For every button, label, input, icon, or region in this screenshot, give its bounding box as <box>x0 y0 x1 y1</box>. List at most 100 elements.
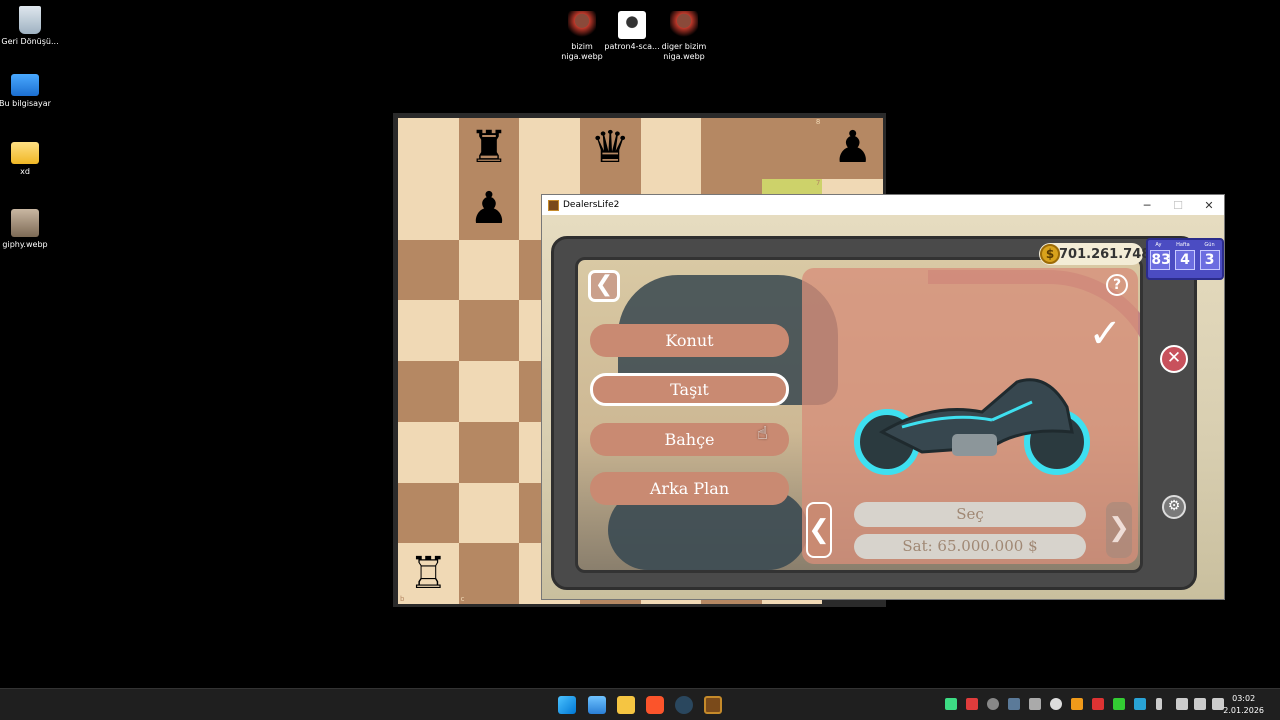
date-label-month: Ay <box>1155 242 1162 248</box>
tray-app-icon[interactable] <box>966 698 978 710</box>
tray-app-icon[interactable] <box>1113 698 1125 710</box>
square-c7[interactable]: ♟ <box>458 178 520 240</box>
desktop-icon-this-pc[interactable]: Bu bilgisayar <box>0 74 55 109</box>
desktop-icon-label: Bu bilgisayar <box>0 99 51 108</box>
desktop-icon-diger-bizim-niga[interactable]: diger bizim niga.webp <box>654 11 714 62</box>
minimize-button[interactable]: ─ <box>1132 195 1162 215</box>
confirm-check-icon[interactable]: ✓ <box>1088 314 1122 354</box>
square-a7[interactable]: ♟ <box>822 118 883 179</box>
square-c4[interactable] <box>458 361 520 422</box>
menu-button-tasit[interactable]: Taşıt <box>590 373 789 406</box>
square-b8[interactable]: ♜ <box>458 118 520 179</box>
desktop-icon-label: giphy.webp <box>2 240 48 249</box>
taskbar: 03:02 2.01.2026 <box>0 688 1280 720</box>
window-close-button[interactable]: ✕ <box>1194 195 1224 215</box>
square-e8[interactable] <box>640 118 702 179</box>
square-b2[interactable] <box>398 482 459 544</box>
square-c5[interactable] <box>458 300 520 361</box>
network-icon[interactable] <box>1176 698 1188 710</box>
black-queen-piece[interactable]: ♛ <box>590 126 629 170</box>
desktop-icon-label: diger bizim niga.webp <box>661 42 707 61</box>
desktop: Geri Dönüşü... Bu bilgisayar xd giphy.we… <box>0 0 1280 688</box>
taskbar-clock[interactable]: 03:02 2.01.2026 <box>1223 693 1264 717</box>
black-pawn-piece[interactable]: ♟ <box>833 126 872 170</box>
clock-date: 2.01.2026 <box>1223 706 1264 715</box>
square-b3[interactable] <box>398 421 459 483</box>
app-logo-icon <box>548 199 559 211</box>
square-a8[interactable] <box>398 118 459 179</box>
close-shop-button[interactable]: ✕ <box>1160 345 1188 373</box>
date-display: Ay Hafta Gün 83 4 3 <box>1146 238 1224 280</box>
brave-browser-icon[interactable] <box>646 696 664 714</box>
menu-button-arka-plan[interactable]: Arka Plan <box>590 472 789 505</box>
tray-app-icon[interactable] <box>1029 698 1041 710</box>
tray-app-icon[interactable] <box>1071 698 1083 710</box>
back-button[interactable]: ❮ <box>588 270 620 302</box>
sell-button[interactable]: Sat: 65.000.000 $ <box>854 534 1086 559</box>
microphone-icon[interactable] <box>1156 698 1162 710</box>
square-c8[interactable] <box>519 118 580 179</box>
file-coord: b <box>400 595 405 603</box>
folder-icon <box>11 142 39 164</box>
square-c1[interactable]: c <box>458 543 520 604</box>
desktop-icon-recycle-bin[interactable]: Geri Dönüşü... <box>0 6 60 47</box>
tray-app-icon[interactable] <box>1050 698 1062 710</box>
image-file-icon <box>670 11 698 39</box>
square-b1[interactable]: ♖ b <box>398 543 459 604</box>
file-explorer-icon[interactable] <box>617 696 635 714</box>
square-c6[interactable] <box>458 239 520 301</box>
rank-coord: 7 <box>815 178 821 187</box>
desktop-icon-label: xd <box>20 167 30 176</box>
square-b5[interactable] <box>398 300 459 361</box>
next-vehicle-button[interactable]: ❯ <box>1106 502 1132 558</box>
square-f8[interactable] <box>701 118 762 179</box>
menu-button-konut[interactable]: Konut <box>590 324 789 357</box>
square-h8[interactable]: 8 <box>761 118 823 179</box>
date-label-day: Gün <box>1204 242 1215 248</box>
shop-panel: ❮ Konut Taşıt Bahçe Arka Plan ? ✓ ❮ Seç … <box>551 236 1197 590</box>
image-file-icon <box>568 11 596 39</box>
desktop-icon-giphy[interactable]: giphy.webp <box>0 209 55 250</box>
date-value-week: 4 <box>1174 250 1195 270</box>
game-scene[interactable]: ❮ Konut Taşıt Bahçe Arka Plan ? ✓ ❮ Seç … <box>542 215 1224 599</box>
square-c2[interactable] <box>458 482 520 544</box>
tray-steam-icon[interactable] <box>1008 698 1020 710</box>
square-b4[interactable] <box>398 361 459 422</box>
dealerslife2-window[interactable]: DealersLife2 ─ ☐ ✕ ❮ Konut Taşıt Bahçe A… <box>541 194 1225 600</box>
black-pawn-piece[interactable]: ♟ <box>469 187 508 231</box>
money-amount: 701.261.748 <box>1059 246 1151 262</box>
tray-app-icon[interactable] <box>987 698 999 710</box>
desktop-icon-patron4[interactable]: patron4-sca... <box>602 11 662 52</box>
window-titlebar[interactable]: DealersLife2 ─ ☐ ✕ <box>542 195 1224 215</box>
settings-gear-icon[interactable]: ⚙ <box>1162 495 1186 519</box>
coin-icon: $ <box>1040 244 1060 264</box>
money-display: $ 701.261.748 <box>1039 243 1150 265</box>
tray-app-icon[interactable] <box>945 698 957 710</box>
battery-icon[interactable] <box>1212 698 1224 710</box>
window-title: DealersLife2 <box>563 200 620 210</box>
previous-vehicle-button[interactable]: ❮ <box>806 502 832 558</box>
square-b7[interactable] <box>398 178 459 240</box>
volume-icon[interactable] <box>1194 698 1206 710</box>
square-b6[interactable] <box>398 239 459 301</box>
date-value-day: 3 <box>1199 250 1220 270</box>
tray-app-icon[interactable] <box>1134 698 1146 710</box>
widgets-icon[interactable] <box>588 696 606 714</box>
desktop-icon-folder-xd[interactable]: xd <box>0 142 55 177</box>
square-c3[interactable] <box>458 421 520 483</box>
tray-app-icon[interactable] <box>1092 698 1104 710</box>
select-button[interactable]: Seç <box>854 502 1086 527</box>
maximize-button[interactable]: ☐ <box>1163 195 1193 215</box>
desktop-icon-label: patron4-sca... <box>604 42 660 51</box>
white-rook-piece[interactable]: ♖ <box>409 551 448 596</box>
dealerslife2-taskbar-icon[interactable] <box>704 696 722 714</box>
black-rook-piece[interactable]: ♜ <box>469 126 508 170</box>
desktop-icon-label: Geri Dönüşü... <box>1 37 59 46</box>
image-file-icon <box>11 209 39 237</box>
start-windows-icon[interactable] <box>558 696 576 714</box>
square-d8[interactable]: ♛ <box>579 118 641 179</box>
date-value-month: 83 <box>1150 250 1171 270</box>
steam-icon[interactable] <box>675 696 693 714</box>
vehicle-preview-panel: ? ✓ ❮ Seç Sat: 65.000.000 $ ❯ <box>802 268 1138 564</box>
help-icon[interactable]: ? <box>1106 274 1128 296</box>
